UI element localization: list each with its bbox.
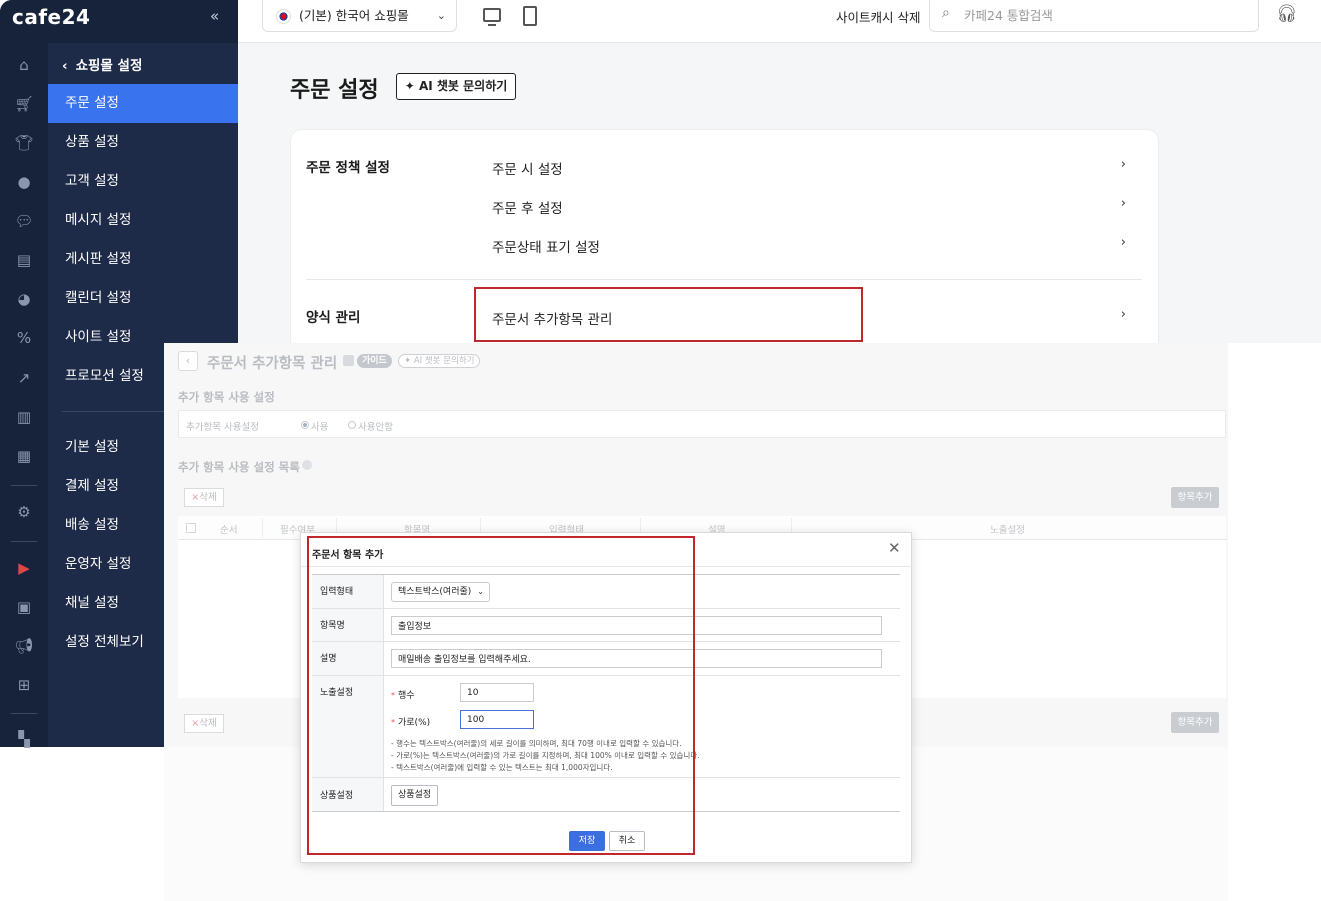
search-input[interactable]: [964, 4, 1244, 26]
section-title-form: 양식 관리: [306, 310, 361, 326]
ai-badge[interactable]: ✦ AI 챗봇 문의하기: [398, 354, 481, 368]
menu-item-after-order[interactable]: 주문 후 설정 ›: [492, 196, 1132, 217]
col-divider: [262, 518, 263, 538]
sidebar-item-order[interactable]: 주문 설정: [48, 84, 238, 123]
store-bag-icon[interactable]: ▣: [14, 597, 34, 617]
trend-icon[interactable]: ↗: [14, 368, 34, 388]
sidebar-item-product[interactable]: 상품 설정: [48, 123, 238, 162]
youtube-icon[interactable]: ▶: [14, 558, 34, 578]
delete-button-bottom[interactable]: ×삭제: [184, 714, 224, 733]
chevron-right-icon: ›: [1120, 157, 1126, 172]
radio-not-use[interactable]: [348, 421, 356, 429]
ai-chatbot-label: AI 챗봇 문의하기: [418, 79, 508, 93]
radio-not-use-label: 사용안함: [358, 422, 393, 433]
top-bar: (기본) 한국어 쇼핑몰 ⌄ 사이트캐시 삭제 ⌕ 🎧︎: [238, 0, 1321, 43]
chevron-down-icon: ⌄: [436, 9, 446, 22]
rail-divider: [11, 541, 37, 542]
close-icon[interactable]: ✕: [888, 541, 901, 556]
search-icon: ⌕: [942, 5, 950, 21]
guide-badge[interactable]: 가이드: [357, 354, 392, 368]
delete-button[interactable]: ×삭제: [184, 488, 224, 507]
headset-icon[interactable]: 🎧︎: [1276, 4, 1298, 24]
home-icon[interactable]: ⌂: [14, 55, 34, 75]
apps-icon[interactable]: ▚: [14, 729, 34, 749]
mall-select[interactable]: (기본) 한국어 쇼핑몰 ⌄: [262, 0, 457, 32]
usage-section-title: 추가 항목 사용 설정: [178, 390, 275, 404]
info-icon: [302, 460, 312, 470]
korea-flag-icon: [276, 9, 291, 24]
stats-icon[interactable]: ▥: [14, 407, 34, 427]
chat-icon[interactable]: 💬︎: [14, 211, 34, 231]
rail-divider: [11, 485, 37, 486]
col-display: 노출설정: [990, 525, 1025, 536]
person-icon[interactable]: ●: [14, 172, 34, 192]
logo-area: cafe24 «: [0, 0, 238, 43]
megaphone-icon[interactable]: 📢︎: [14, 636, 34, 656]
sidebar-back-label: 쇼핑몰 설정: [75, 58, 143, 74]
radio-use-label: 사용: [311, 422, 329, 433]
board-icon[interactable]: ▤: [14, 250, 34, 270]
settings-doc-icon[interactable]: ⚙: [14, 502, 34, 522]
sparkle-icon: ✦: [404, 79, 415, 93]
delete-label: 삭제: [199, 492, 217, 503]
sidebar-item-customer[interactable]: 고객 설정: [48, 162, 238, 201]
collapse-icon[interactable]: «: [210, 7, 219, 25]
cart-icon[interactable]: 🛒︎: [14, 94, 34, 114]
list-section-title: 추가 항목 사용 설정 목록: [178, 460, 300, 474]
delete-label: 삭제: [199, 718, 217, 729]
sidebar-item-message[interactable]: 메시지 설정: [48, 201, 238, 240]
mobile-view-icon[interactable]: [523, 6, 537, 26]
card-divider: [306, 279, 1142, 280]
percent-icon[interactable]: %: [14, 328, 34, 348]
chevron-right-icon: ›: [1120, 196, 1126, 211]
sidebar-back[interactable]: ‹ 쇼핑몰 설정: [62, 54, 142, 74]
modal-highlight-box: [307, 536, 695, 855]
rail-divider: [11, 713, 37, 714]
add-item-button[interactable]: 항목추가: [1171, 487, 1219, 508]
ai-chatbot-button[interactable]: ✦ AI 챗봇 문의하기: [396, 73, 516, 100]
menu-item-order-time[interactable]: 주문 시 설정 ›: [492, 157, 1132, 178]
mall-select-label: (기본) 한국어 쇼핑몰: [299, 8, 409, 23]
menu-item-label: 주문 시 설정: [492, 162, 563, 178]
usage-label: 추가항목 사용설정: [186, 422, 259, 433]
logo[interactable]: cafe24: [12, 5, 90, 29]
menu-item-label: 주문 후 설정: [492, 201, 563, 217]
add-item-button-bottom[interactable]: 항목추가: [1171, 712, 1219, 733]
select-all-checkbox[interactable]: [186, 523, 196, 533]
cache-clear-button[interactable]: 사이트캐시 삭제: [836, 7, 920, 26]
sidebar-item-board[interactable]: 게시판 설정: [48, 240, 238, 279]
chevron-right-icon: ›: [1120, 235, 1126, 250]
book-icon: [343, 355, 354, 366]
shop-add-icon[interactable]: ⊞: [14, 675, 34, 695]
radio-use[interactable]: [301, 421, 309, 429]
sidebar-item-calendar[interactable]: 캘린더 설정: [48, 279, 238, 318]
section-title-order-policy: 주문 정책 설정: [306, 160, 390, 176]
menu-item-order-status[interactable]: 주문상태 표기 설정 ›: [492, 235, 1132, 256]
palette-icon[interactable]: ◕: [14, 289, 34, 309]
back-icon[interactable]: ‹: [178, 351, 198, 371]
col-order: 순서: [220, 525, 238, 536]
shirt-icon[interactable]: 👕︎: [14, 133, 34, 153]
page-title: 주문 설정: [290, 78, 379, 103]
search-box: ⌕: [929, 0, 1259, 32]
excel-icon[interactable]: ▦: [14, 446, 34, 466]
chevron-left-icon: ‹: [62, 58, 68, 74]
usage-row: [178, 410, 1226, 438]
menu-item-label: 주문상태 표기 설정: [492, 240, 600, 256]
pc-view-icon[interactable]: [483, 8, 501, 26]
highlight-box: [474, 287, 863, 342]
chevron-right-icon: ›: [1120, 307, 1126, 322]
ai-badge-label: AI 챗봇 문의하기: [413, 356, 475, 366]
sub-page-title: 주문서 추가항목 관리: [207, 356, 338, 372]
